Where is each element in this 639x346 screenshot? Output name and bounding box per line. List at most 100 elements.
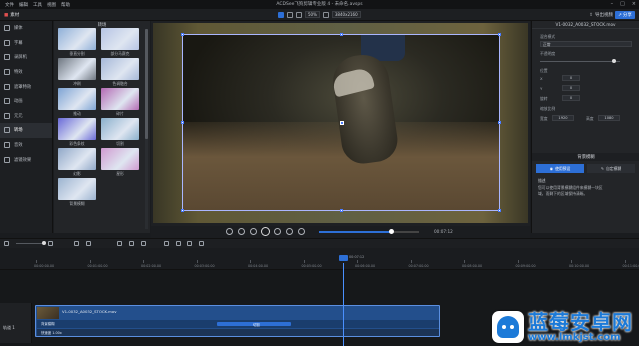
select-tool-icon[interactable] [278, 11, 284, 18]
rewind-icon[interactable] [250, 228, 257, 235]
transition-item[interactable]: 部分马赛克 [100, 28, 140, 58]
close-icon[interactable]: × [632, 1, 636, 7]
fullscreen-icon[interactable] [298, 228, 305, 235]
width-input[interactable]: 1920 [552, 115, 574, 121]
resize-handle-tl[interactable] [181, 33, 184, 36]
scale-label: 缩放比例 [540, 106, 556, 111]
center-handle[interactable] [340, 121, 344, 125]
share-button[interactable]: ↗ 分享 [615, 11, 635, 19]
tab-custom[interactable]: ✎ 自定模糊 [587, 164, 635, 173]
transition-item[interactable]: 背景模糊 [57, 178, 97, 208]
playhead-handle[interactable] [339, 255, 348, 261]
sidebar-item-label: 滤镜效果 [14, 157, 32, 163]
ruler-tick-label: 00:09:00.00 [515, 264, 536, 268]
resize-handle-b[interactable] [340, 209, 343, 212]
cut-icon[interactable] [117, 241, 122, 246]
redo-icon[interactable] [86, 241, 91, 246]
minimize-icon[interactable]: – [611, 1, 614, 7]
sidebar-item-4[interactable]: 遮罩特效 [0, 79, 52, 94]
ruler-tick [357, 260, 358, 263]
animation-icon [4, 98, 10, 105]
watermark: 蓝莓安卓网 www.lmkjst.com [492, 311, 633, 343]
resize-handle-r[interactable] [498, 121, 501, 124]
ruler-tick [517, 260, 519, 263]
speed-lane[interactable]: 快速度 1.00x [37, 329, 439, 336]
transition-label: 垂直分割 [69, 51, 85, 56]
video-frame[interactable] [181, 33, 501, 212]
resize-handle-l[interactable] [181, 121, 184, 124]
watermark-logo-icon [492, 311, 524, 343]
video-clip[interactable]: V1-0032_A0032_STOCK.mov 背景模糊 切割 快速度 1.00… [35, 305, 440, 337]
transitions-scroll-thumb[interactable] [145, 29, 148, 139]
export-button[interactable]: ⇪ 导出视频 [589, 11, 613, 19]
copy-icon[interactable] [129, 241, 134, 246]
x-input[interactable]: 0 [562, 75, 580, 81]
rotation-input[interactable]: 0 [562, 95, 580, 101]
sidebar-item-7[interactable]: 转场 [0, 123, 52, 138]
height-input[interactable]: 1080 [598, 115, 620, 121]
zoom-in-icon[interactable] [48, 241, 53, 246]
maximize-icon[interactable]: □ [620, 1, 625, 7]
sidebar-item-6[interactable]: 元元 [0, 109, 52, 124]
transitions-scrollbar[interactable] [145, 29, 148, 229]
main-toolbar: ■ 素材 50% 3840x2160 ⇪ 导出视频 ↗ 分享 [0, 9, 639, 21]
zoom-select[interactable]: 50% [305, 11, 320, 18]
next-frame-icon[interactable] [286, 228, 293, 235]
transition-item[interactable]: 星形 [100, 148, 140, 178]
marker-icon[interactable] [199, 241, 204, 246]
y-input[interactable]: 0 [562, 85, 580, 91]
preview-area [151, 21, 530, 226]
resize-handle-bl[interactable] [181, 209, 184, 212]
timeline-zoom-slider[interactable] [16, 241, 46, 245]
mark-in-icon[interactable] [164, 241, 169, 246]
sidebar-item-8[interactable]: 音效 [0, 138, 52, 153]
crop-tool-icon[interactable] [296, 11, 302, 18]
media-button[interactable]: ■ 素材 [4, 11, 19, 19]
timeline-zoom-knob[interactable] [42, 241, 46, 245]
forward-icon[interactable] [274, 228, 281, 235]
transition-item[interactable]: 色调融合 [100, 58, 140, 88]
sidebar-item-1[interactable]: 字幕 [0, 36, 52, 51]
snapshot-icon[interactable] [226, 228, 233, 235]
sidebar-item-label: 元元 [14, 113, 23, 119]
fit-icon[interactable] [322, 11, 329, 18]
blend-select[interactable]: 正常 [540, 41, 632, 47]
element-icon [4, 112, 10, 119]
zoom-out-icon[interactable] [4, 241, 9, 246]
transition-label: 冲刷 [73, 81, 81, 86]
transition-item[interactable]: 冲刷 [57, 58, 97, 88]
resize-handle-br[interactable] [498, 209, 501, 212]
sidebar-item-5[interactable]: 动画 [0, 94, 52, 109]
tab-preset[interactable]: ◉ 使用预设 [536, 164, 584, 173]
sidebar-item-2[interactable]: 录屏机 [0, 50, 52, 65]
transition-item[interactable]: 推动 [57, 88, 97, 118]
transition-item[interactable]: 碎片 [100, 88, 140, 118]
undo-icon[interactable] [74, 241, 79, 246]
track-header[interactable] [0, 303, 32, 343]
opacity-knob[interactable] [612, 59, 616, 63]
transition-item[interactable]: 垂直分割 [57, 28, 97, 58]
share-label: 分享 [622, 13, 632, 18]
playback-knob[interactable] [389, 229, 394, 234]
sidebar-item-3[interactable]: 特效 [0, 65, 52, 80]
heart-icon[interactable] [187, 241, 192, 246]
transition-thumbnail [101, 148, 139, 170]
effect-lane[interactable]: 背景模糊 切割 [37, 320, 439, 328]
export-icon: ⇪ [589, 12, 593, 18]
mark-out-icon[interactable] [176, 241, 181, 246]
transition-item[interactable]: 彩色条纹 [57, 118, 97, 148]
sidebar-item-9[interactable]: 滤镜效果 [0, 152, 52, 167]
transition-item[interactable]: 幻影 [57, 148, 97, 178]
paste-icon[interactable] [141, 241, 146, 246]
opacity-slider[interactable] [540, 61, 620, 62]
timeline-ruler[interactable]: 00:07:12 00:00:00.00 00:01:00.00 00:02:00.… [0, 248, 639, 270]
resize-handle-t[interactable] [340, 33, 343, 36]
resize-handle-tr[interactable] [498, 33, 501, 36]
transition-item[interactable]: 切割 [100, 118, 140, 148]
prev-frame-icon[interactable] [238, 228, 245, 235]
play-icon[interactable] [261, 227, 270, 236]
hand-tool-icon[interactable] [287, 11, 293, 18]
resolution-select[interactable]: 3840x2160 [331, 11, 361, 18]
playback-progress[interactable] [319, 229, 419, 234]
sidebar-item-0[interactable]: 媒体 [0, 21, 52, 36]
